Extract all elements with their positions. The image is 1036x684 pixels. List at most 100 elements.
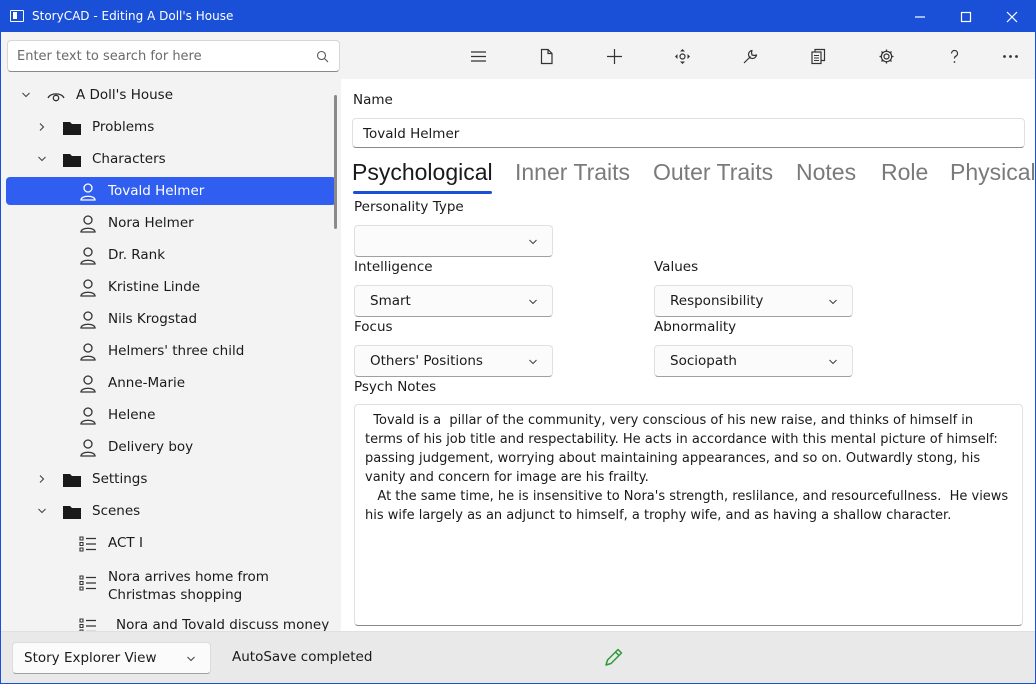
- values-value: Responsibility: [670, 293, 764, 309]
- tree-node-character[interactable]: Anne-Marie: [6, 369, 336, 397]
- story-explorer-tree: A Doll's House Problems Characters Toval…: [1, 79, 341, 631]
- chevron-down-icon: [829, 299, 837, 305]
- name-field[interactable]: Tovald Helmer: [352, 118, 1025, 148]
- chevron-down-icon: [529, 359, 537, 365]
- add-button[interactable]: [594, 41, 634, 71]
- chevron-down-icon[interactable]: [21, 90, 31, 100]
- focus-label: Focus: [354, 319, 393, 335]
- tree-node-scenes[interactable]: Scenes: [6, 497, 336, 525]
- chevron-down-icon: [529, 239, 537, 245]
- active-tab-indicator: [353, 191, 492, 194]
- abnormality-combo[interactable]: Sociopath: [654, 345, 853, 377]
- tree-node-settings[interactable]: Settings: [6, 465, 336, 493]
- app-window: StoryCAD - Editing A Doll's House Enter …: [0, 0, 1036, 684]
- move-icon: [674, 48, 690, 64]
- scene-list-icon: [79, 536, 96, 552]
- file-icon: [540, 48, 553, 64]
- person-icon: [80, 375, 96, 393]
- app-icon: [10, 10, 24, 22]
- tree-node-scene[interactable]: Nora and Tovald discuss money: [6, 611, 336, 631]
- intelligence-label: Intelligence: [354, 259, 433, 275]
- tree-node-characters[interactable]: Characters: [6, 145, 336, 173]
- intelligence-combo[interactable]: Smart: [354, 285, 553, 317]
- help-icon: [950, 49, 958, 63]
- psych-notes-textarea[interactable]: Tovald is a pillar of the community, ver…: [354, 404, 1023, 626]
- search-icon[interactable]: [316, 50, 329, 63]
- tree-node-label: A Doll's House: [76, 87, 174, 103]
- tree-node-character[interactable]: Dr. Rank: [6, 241, 336, 269]
- minimize-button[interactable]: [897, 1, 943, 32]
- focus-combo[interactable]: Others' Positions: [354, 345, 553, 377]
- psych-notes-label: Psych Notes: [354, 379, 437, 395]
- tab-outer-traits[interactable]: Outer Traits: [653, 159, 773, 186]
- tree-node-label: Dr. Rank: [108, 247, 166, 263]
- chevron-down-icon: [829, 359, 837, 365]
- file-button[interactable]: [526, 41, 566, 71]
- tree-node-character[interactable]: Helmers' three child: [6, 337, 336, 365]
- tree-node-scene[interactable]: Nora arrives home from Christmas shoppin…: [6, 569, 336, 603]
- person-icon: [80, 215, 96, 233]
- chevron-right-icon[interactable]: [37, 474, 47, 484]
- tree-node-label: Nora arrives home from Christmas shoppin…: [108, 569, 269, 603]
- tree-node-root[interactable]: A Doll's House: [6, 81, 336, 109]
- values-label: Values: [654, 259, 699, 275]
- view-selector-value: Story Explorer View: [24, 650, 157, 666]
- folder-icon: [63, 122, 81, 135]
- person-icon: [80, 183, 96, 201]
- tab-inner-traits[interactable]: Inner Traits: [515, 159, 630, 186]
- overview-eye-icon: [47, 93, 65, 102]
- tools-button[interactable]: [730, 41, 770, 71]
- tree-node-character[interactable]: Kristine Linde: [6, 273, 336, 301]
- reports-button[interactable]: [798, 41, 838, 71]
- search-box[interactable]: [7, 40, 340, 72]
- chevron-down-icon[interactable]: [37, 154, 47, 164]
- values-combo[interactable]: Responsibility: [654, 285, 853, 317]
- help-button[interactable]: [934, 41, 974, 71]
- tab-physical[interactable]: Physical: [950, 159, 1035, 186]
- edit-pencil-icon: [605, 648, 623, 666]
- search-input[interactable]: [17, 47, 307, 66]
- tree-node-problems[interactable]: Problems: [6, 113, 336, 141]
- tab-psychological[interactable]: Psychological: [352, 159, 493, 186]
- tree-node-scene[interactable]: ACT I: [6, 529, 336, 557]
- personality-type-combo[interactable]: [354, 225, 553, 257]
- personality-type-label: Personality Type: [354, 199, 464, 215]
- person-icon: [80, 311, 96, 329]
- more-button[interactable]: [990, 41, 1030, 71]
- tree-node-label: Delivery boy: [108, 439, 194, 455]
- title-bar: StoryCAD - Editing A Doll's House: [1, 1, 1035, 32]
- tree-node-label: Settings: [92, 471, 148, 487]
- focus-value: Others' Positions: [370, 353, 483, 369]
- person-icon: [80, 439, 96, 457]
- tree-node-character[interactable]: Helene: [6, 401, 336, 429]
- intelligence-value: Smart: [370, 293, 411, 309]
- maximize-button[interactable]: [943, 1, 989, 32]
- tree-node-character[interactable]: Delivery boy: [6, 433, 336, 461]
- tree-node-character[interactable]: Nora Helmer: [6, 209, 336, 237]
- view-selector-combo[interactable]: Story Explorer View: [12, 642, 211, 674]
- maximize-icon: [960, 11, 972, 22]
- tree-node-label: Characters: [92, 151, 166, 167]
- menu-button[interactable]: [458, 41, 498, 71]
- tree-node-character[interactable]: Tovald Helmer: [6, 177, 336, 205]
- tree-node-label: Tovald Helmer: [108, 183, 205, 199]
- tree-scrollbar[interactable]: [334, 95, 337, 229]
- settings-button[interactable]: [866, 41, 906, 71]
- person-icon: [80, 343, 96, 361]
- tab-notes[interactable]: Notes: [796, 159, 856, 186]
- tab-role[interactable]: Role: [881, 159, 928, 186]
- add-icon: [606, 48, 622, 64]
- chevron-down-icon[interactable]: [37, 506, 47, 516]
- move-button[interactable]: [662, 41, 702, 71]
- scene-list-icon: [79, 618, 96, 631]
- tree-node-label: ACT I: [108, 535, 143, 551]
- close-button[interactable]: [989, 1, 1035, 32]
- tree-node-character[interactable]: Nils Krogstad: [6, 305, 336, 333]
- name-label: Name: [353, 92, 393, 108]
- gear-icon: [879, 49, 893, 63]
- chevron-right-icon[interactable]: [37, 122, 47, 132]
- person-icon: [80, 407, 96, 425]
- wrench-icon: [743, 49, 757, 63]
- tree-node-label: Problems: [92, 119, 155, 135]
- reports-icon: [810, 48, 825, 64]
